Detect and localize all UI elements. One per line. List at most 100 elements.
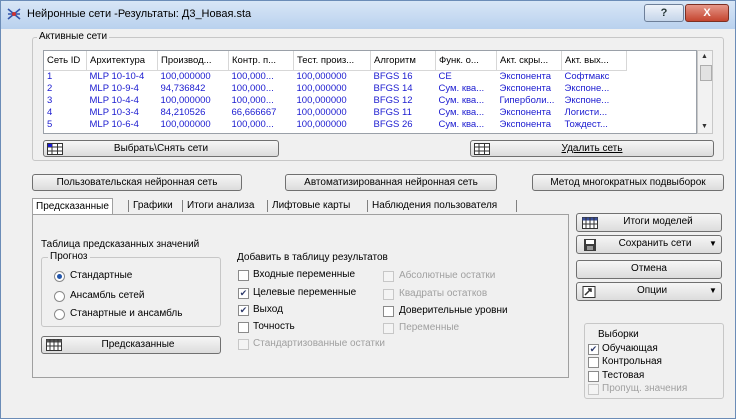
forecast-both-radio[interactable] — [54, 309, 65, 320]
column-header[interactable]: Акт. скры... — [496, 51, 562, 71]
abs-residuals-checkbox — [383, 271, 394, 282]
column-header[interactable]: Архитектура — [86, 51, 158, 71]
neural-network-icon — [7, 8, 21, 20]
forecast-ensemble-radio[interactable] — [54, 291, 65, 302]
output-label[interactable]: Выход — [253, 304, 283, 315]
help-button[interactable]: ? — [644, 4, 684, 22]
table-row[interactable]: 5 MLP 10-6-4 100,000000 100,000... 100,0… — [44, 119, 627, 131]
results-dialog: Нейронные сети -Результаты: Д3_Новая.sta… — [0, 0, 736, 419]
table-cell: 100,000000 — [160, 71, 211, 82]
column-header[interactable]: Производ... — [157, 51, 229, 71]
column-header[interactable]: Функ. о... — [435, 51, 497, 71]
tab-separator — [128, 200, 129, 212]
confidence-levels-label[interactable]: Доверительные уровни — [399, 305, 508, 316]
table-row[interactable]: 1 MLP 10-10-4 100,000000 100,000... 100,… — [44, 71, 627, 84]
resampling-button[interactable]: Метод многократных подвыборок — [532, 174, 724, 191]
test-sample-label[interactable]: Тестовая — [602, 370, 644, 381]
table-cell: 100,000000 — [296, 71, 347, 82]
table-cell: Экспоне... — [564, 95, 610, 106]
tab-separator — [267, 200, 268, 212]
options-label: Опции — [636, 285, 668, 296]
forecast-standard-radio[interactable] — [54, 271, 65, 282]
select-nets-button[interactable]: Выбрать\Снять сети — [43, 140, 279, 157]
tab-predicted[interactable]: Предсказанные — [32, 198, 113, 215]
table-cell: Экспонента — [499, 107, 552, 118]
table-cell: Экспоне... — [564, 83, 610, 94]
table-cell: Сум. ква... — [438, 83, 485, 94]
model-summary-button[interactable]: Итоги моделей — [576, 213, 722, 232]
column-header[interactable]: Тест. произ... — [293, 51, 371, 71]
grid-delete-icon — [474, 143, 490, 155]
column-header[interactable]: Сеть ID — [44, 51, 87, 71]
standardized-residuals-label: Стандартизованные остатки — [253, 338, 385, 349]
table-cell: 3 — [47, 95, 53, 106]
tab-separator — [516, 200, 517, 212]
accuracy-checkbox[interactable] — [238, 322, 249, 333]
save-nets-button[interactable]: Сохранить сети ▼ — [576, 235, 722, 254]
variables-label: Переменные — [399, 322, 460, 333]
table-cell: 100,000000 — [296, 107, 347, 118]
floppy-disk-icon — [584, 239, 596, 251]
accuracy-label[interactable]: Точность — [253, 321, 295, 332]
input-vars-label[interactable]: Входные переменные — [253, 269, 355, 280]
save-nets-label: Сохранить сети — [618, 238, 692, 249]
table-row[interactable]: 3 MLP 10-4-4 100,000000 100,000... 100,0… — [44, 95, 627, 107]
delete-net-button[interactable]: Удалить сеть — [470, 140, 714, 157]
nets-table[interactable]: Сеть ID Архитектура Производ... Контр. п… — [43, 50, 697, 134]
predicted-button[interactable]: Предсказанные — [41, 336, 221, 354]
validation-sample-label[interactable]: Контрольная — [602, 356, 662, 367]
table-row[interactable]: 2 MLP 10-9-4 94,736842 100,000... 100,00… — [44, 83, 627, 95]
table-cell: BFGS 14 — [373, 83, 413, 94]
close-button[interactable]: X — [685, 4, 729, 22]
squared-residuals-checkbox — [383, 289, 394, 300]
column-header[interactable]: Алгоритм — [370, 51, 436, 71]
train-sample-checkbox[interactable]: ✔ — [588, 344, 599, 355]
table-row[interactable]: 4 MLP 10-3-4 84,210526 66,666667 100,000… — [44, 107, 627, 119]
options-button[interactable]: Опции ▼ — [576, 282, 722, 301]
column-header[interactable]: Контр. п... — [228, 51, 294, 71]
column-header[interactable]: Акт. вых... — [561, 51, 627, 71]
table-cell: Гиперболи... — [499, 95, 555, 106]
automated-network-button[interactable]: Автоматизированная нейронная сеть — [285, 174, 497, 191]
forecast-both-label[interactable]: Станартные и ансамбль — [70, 308, 182, 319]
output-checkbox[interactable]: ✔ — [238, 305, 249, 316]
table-cell: 2 — [47, 83, 53, 94]
table-cell: BFGS 16 — [373, 71, 413, 82]
tab-lift-charts[interactable]: Лифтовые карты — [269, 198, 353, 214]
scroll-down-icon[interactable]: ▼ — [701, 123, 708, 130]
table-scrollbar[interactable]: ▲ ▼ — [697, 50, 713, 134]
abs-residuals-label: Абсолютные остатки — [399, 270, 496, 281]
confidence-levels-checkbox[interactable] — [383, 306, 394, 317]
table-cell: MLP 10-3-4 — [89, 107, 139, 118]
target-vars-checkbox[interactable]: ✔ — [238, 288, 249, 299]
target-vars-label[interactable]: Целевые переменные — [253, 287, 356, 298]
tab-separator — [367, 200, 368, 212]
tab-separator — [182, 200, 183, 212]
active-nets-label: Активные сети — [37, 31, 110, 42]
predicted-tab-panel: Таблица предсказанных значений Прогноз С… — [32, 214, 569, 378]
samples-label: Выборки — [596, 329, 641, 340]
validation-sample-checkbox[interactable] — [588, 357, 599, 368]
options-icon — [582, 286, 596, 298]
table-cell: BFGS 12 — [373, 95, 413, 106]
custom-network-button[interactable]: Пользовательская нейронная сеть — [32, 174, 242, 191]
predicted-table-label: Таблица предсказанных значений — [41, 239, 200, 250]
train-sample-label[interactable]: Обучающая — [602, 343, 658, 354]
forecast-standard-label[interactable]: Стандартные — [70, 270, 132, 281]
window-title: Нейронные сети -Результаты: Д3_Новая.sta — [27, 8, 252, 20]
test-sample-checkbox[interactable] — [588, 371, 599, 382]
tab-graphs[interactable]: Графики — [130, 198, 176, 214]
title-bar[interactable]: Нейронные сети -Результаты: Д3_Новая.sta… — [1, 1, 735, 29]
scroll-up-icon[interactable]: ▲ — [701, 53, 708, 60]
cancel-button[interactable]: Отмена — [576, 260, 722, 279]
forecast-ensemble-label[interactable]: Ансамбль сетей — [70, 290, 144, 301]
table-cell: Экспонента — [499, 71, 552, 82]
tab-summary[interactable]: Итоги анализа — [184, 198, 257, 214]
standardized-residuals-checkbox — [238, 339, 249, 350]
scroll-thumb[interactable] — [700, 65, 712, 81]
input-vars-checkbox[interactable] — [238, 270, 249, 281]
table-cell: 100,000000 — [160, 95, 211, 106]
table-cell: BFGS 11 — [373, 107, 412, 118]
delete-net-label: Удалить сеть — [561, 143, 623, 154]
tab-user-observations[interactable]: Наблюдения пользователя — [369, 198, 500, 214]
